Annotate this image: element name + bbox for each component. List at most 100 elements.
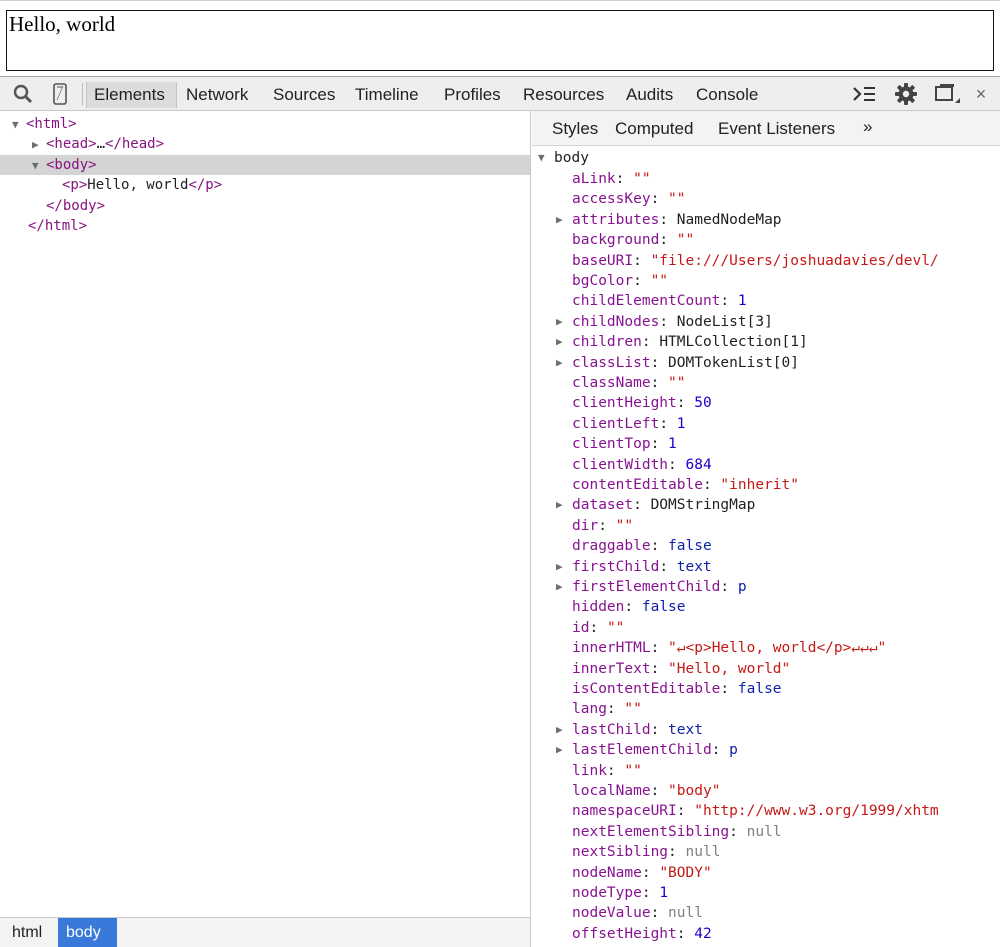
property-key: namespaceURI (572, 803, 677, 820)
property-value: "" (676, 232, 695, 249)
property-key: innerHTML (572, 640, 651, 657)
property-colon: : (720, 293, 738, 310)
property-entry: clientTop: 1 (572, 434, 677, 454)
page-preview: Hello, world (0, 0, 1000, 76)
property-colon: : (650, 640, 669, 657)
tab-audits[interactable]: Audits (626, 82, 673, 108)
property-key: lastChild (572, 721, 651, 738)
property-entry: lastElementChild: p (572, 740, 738, 760)
property-key: childNodes (572, 313, 660, 330)
property-key: firstElementChild (572, 579, 721, 595)
expand-arrow-icon[interactable]: ▶ (556, 740, 568, 760)
tab-timeline[interactable]: Timeline (355, 82, 419, 108)
property-value: text (668, 721, 703, 738)
property-key: nodeName (572, 864, 642, 881)
property-colon: : (624, 599, 642, 616)
tree-node-p[interactable]: <p>Hello, world</p> (62, 175, 222, 195)
property-key: dataset (572, 497, 634, 514)
property-colon: : (711, 742, 730, 759)
property-entry: localName: "body" (572, 781, 720, 801)
tree-node-html[interactable]: ▼ <html> (12, 114, 77, 134)
property-entry: dir: "" (572, 516, 633, 536)
object-header[interactable]: ▼ body (538, 148, 589, 168)
property-colon: : (633, 273, 651, 289)
property-value: NodeList[3] (676, 313, 773, 330)
property-entry: lastChild: text (572, 720, 703, 740)
tree-node-html-close[interactable]: </html> (28, 216, 87, 236)
expand-arrow-icon[interactable]: ▶ (556, 353, 568, 373)
elements-tree-panel: ▼ <html> ▶ <head>…</head> ▼ <body> <p>Hello… (0, 111, 531, 917)
expand-arrow-icon[interactable]: ▶ (556, 557, 568, 577)
tab-elements[interactable]: Elements (86, 82, 177, 108)
search-icon[interactable] (11, 77, 35, 111)
property-entry: draggable: false (572, 536, 712, 556)
properties-panel: ▼ body aLink: "" accessKey: "" ▶ attributes:… (532, 146, 1000, 947)
property-value: false (641, 599, 686, 616)
expand-arrow-icon[interactable]: ▶ (556, 312, 568, 332)
close-icon[interactable]: × (972, 77, 990, 111)
property-entry: nextElementSibling: null (572, 822, 782, 842)
property-colon: : (650, 783, 669, 799)
property-key: bgColor (572, 273, 634, 289)
collapse-arrow-icon[interactable]: ▼ (12, 115, 26, 135)
property-colon: : (606, 701, 625, 718)
property-entry: isContentEditable: false (572, 679, 782, 699)
property-value: "file:///Users/joshuadavies/devl/ (650, 252, 939, 269)
tab-event-listeners[interactable]: Event Listeners (718, 119, 835, 139)
property-entry: nodeName: "BODY" (572, 863, 712, 883)
console-drawer-icon[interactable] (851, 77, 877, 111)
property-key: background (572, 232, 660, 249)
property-key: clientTop (572, 436, 651, 453)
toolbar-separator (82, 83, 83, 105)
property-key: nextElementSibling (572, 823, 730, 840)
gear-icon[interactable] (893, 77, 919, 111)
property-value: "BODY" (659, 864, 712, 881)
tab-sources[interactable]: Sources (273, 82, 335, 108)
tab-console[interactable]: Console (696, 82, 758, 108)
property-value: "" (624, 701, 642, 718)
collapse-arrow-icon[interactable]: ▼ (538, 148, 550, 168)
tab-computed[interactable]: Computed (615, 119, 693, 139)
property-key: nodeValue (572, 905, 651, 922)
expand-arrow-icon[interactable]: ▶ (556, 495, 568, 515)
tab-styles[interactable]: Styles (552, 119, 598, 139)
expand-arrow-icon[interactable]: ▶ (556, 332, 568, 352)
tab-resources[interactable]: Resources (523, 82, 604, 108)
property-value: null (668, 905, 703, 922)
property-value: "http://www.w3.org/1999/xhtm (694, 803, 939, 820)
property-colon: : (650, 538, 669, 555)
property-value: 1 (676, 415, 686, 432)
dock-icon[interactable] (932, 77, 962, 111)
property-entry: hidden: false (572, 597, 686, 617)
tab-network[interactable]: Network (186, 82, 248, 108)
expand-arrow-icon[interactable]: ▶ (556, 577, 568, 597)
property-value: 50 (694, 395, 712, 412)
tree-node-body[interactable]: ▼ <body> (32, 155, 97, 175)
device-mode-icon[interactable] (50, 77, 70, 111)
tree-node-body-close[interactable]: </body> (46, 196, 105, 216)
property-entry: baseURI: "file:///Users/joshuadavies/dev… (572, 251, 939, 271)
expand-arrow-icon[interactable]: ▶ (32, 135, 46, 155)
property-entry: clientWidth: 684 (572, 455, 712, 475)
expand-arrow-icon[interactable]: ▶ (556, 210, 568, 230)
property-key: localName (572, 783, 651, 799)
property-colon: : (668, 844, 686, 861)
breadcrumb-html[interactable]: html (4, 918, 50, 947)
tab-profiles[interactable]: Profiles (444, 82, 501, 108)
property-colon: : (668, 456, 686, 473)
property-entry: attributes: NamedNodeMap (572, 210, 782, 230)
property-value: "" (624, 762, 642, 779)
property-colon: : (641, 864, 660, 881)
breadcrumb-body[interactable]: body (58, 918, 117, 947)
property-key: clientWidth (572, 456, 669, 473)
collapse-arrow-icon[interactable]: ▼ (32, 156, 46, 176)
tree-node-head[interactable]: ▶ <head>…</head> (32, 134, 164, 154)
more-tabs-button[interactable]: » (863, 117, 872, 137)
property-value: "" (633, 171, 651, 187)
property-value: "Hello, world" (668, 660, 791, 677)
property-entry: bgColor: "" (572, 271, 668, 291)
property-value: 684 (685, 456, 712, 473)
property-colon: : (659, 313, 677, 330)
expand-arrow-icon[interactable]: ▶ (556, 720, 568, 740)
property-entry: lang: "" (572, 699, 642, 719)
